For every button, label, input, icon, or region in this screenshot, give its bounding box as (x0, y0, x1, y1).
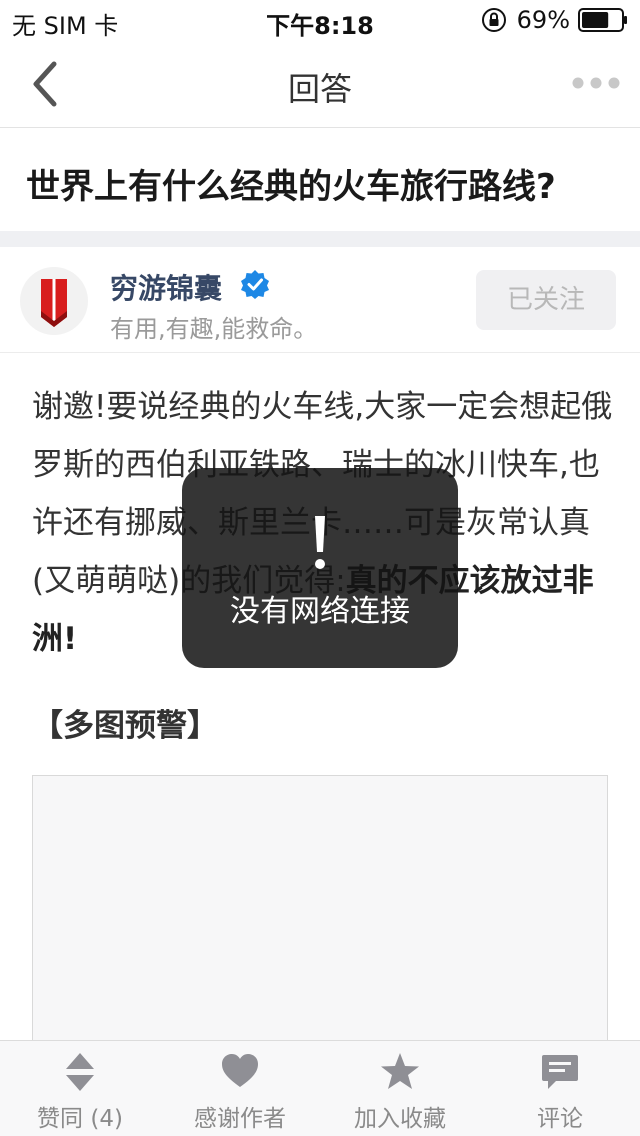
more-options-icon[interactable] (572, 70, 620, 96)
section-divider (0, 231, 640, 247)
comment-icon (542, 1055, 578, 1089)
thank-author-button[interactable]: 感谢作者 (160, 1041, 320, 1136)
heart-icon (222, 1054, 258, 1087)
vote-button[interactable]: 赞同 (4) (0, 1041, 160, 1136)
exclamation-icon (315, 516, 325, 569)
comment-label: 评论 (537, 1106, 583, 1132)
follow-button[interactable]: 已关注 (476, 270, 616, 330)
verified-badge-icon (241, 270, 269, 299)
question-header[interactable]: 世界上有什么经典的火车旅行路线? (0, 129, 640, 231)
brand-logo-icon (41, 279, 67, 327)
status-bar: 无 SIM 卡 下午8:18 69% (0, 0, 640, 40)
author-row: 穷游锦囊 有用,有趣,能救命。 已关注 (0, 247, 640, 353)
navigation-bar: 回答 (0, 40, 640, 128)
thank-author-label: 感谢作者 (194, 1106, 286, 1132)
bottom-action-bar: 赞同 (4) 感谢作者 加入收藏 评论 (0, 1040, 640, 1136)
vote-arrows-icon (66, 1053, 94, 1091)
battery-percent: 69% (516, 6, 570, 34)
question-title[interactable]: 世界上有什么经典的火车旅行路线? (26, 159, 620, 208)
avatar[interactable] (20, 267, 88, 335)
section-heading: 【多图预警】 (32, 708, 218, 744)
comment-button[interactable]: 评论 (480, 1041, 640, 1136)
status-indicators: 69% (481, 6, 628, 34)
page-title: 回答 (287, 70, 352, 108)
toast-message: 没有网络连接 (230, 594, 410, 629)
author-name[interactable]: 穷游锦囊 (110, 267, 222, 307)
add-to-collection-label: 加入收藏 (354, 1106, 446, 1132)
battery-icon (578, 8, 627, 32)
author-bio: 有用,有趣,能救命。 (110, 315, 318, 343)
vote-label: 赞同 (4) (37, 1106, 123, 1132)
orientation-lock-icon (481, 8, 506, 32)
answer-screen: 无 SIM 卡 下午8:18 69% 回答 世界上有什么经典的火车旅行路线? 穷… (0, 0, 640, 1136)
star-icon (381, 1053, 419, 1089)
image-placeholder[interactable] (32, 775, 608, 1075)
network-error-toast: 没有网络连接 (182, 468, 458, 668)
add-to-collection-button[interactable]: 加入收藏 (320, 1041, 480, 1136)
